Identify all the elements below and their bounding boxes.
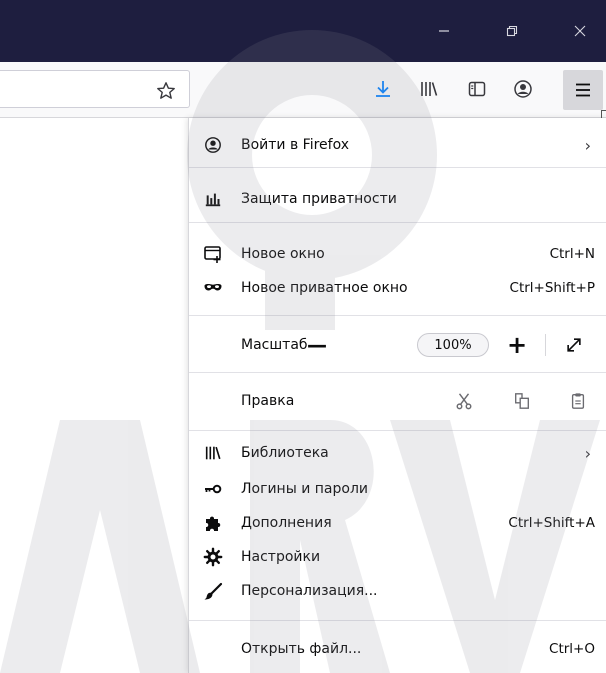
zoom-label: Масштаб: [241, 337, 308, 353]
menu-separator: [189, 620, 606, 621]
zoom-row: Масштаб — 100% +: [189, 330, 606, 360]
fullscreen-icon: [567, 338, 581, 352]
menu-item-label: Новое окно: [241, 246, 325, 262]
brush-icon: [203, 581, 223, 601]
library-icon: [203, 443, 223, 463]
menu-item-label: Настройки: [241, 549, 321, 565]
menu-item-library[interactable]: Библиотека ›: [189, 438, 606, 468]
menu-item-label: Войти в Firefox: [241, 137, 350, 153]
gear-icon: [203, 547, 223, 567]
account-icon: [203, 135, 223, 155]
chevron-right-icon: ›: [584, 135, 591, 155]
downloads-button[interactable]: [368, 74, 398, 104]
menu-separator: [189, 372, 606, 373]
minimize-icon: [439, 30, 449, 32]
sidebar-button[interactable]: [462, 74, 492, 104]
paste-icon: [571, 393, 585, 409]
chevron-right-icon: ›: [584, 443, 591, 463]
url-bar[interactable]: [0, 70, 190, 108]
puzzle-icon: [203, 513, 223, 533]
hamburger-menu-icon: [576, 83, 590, 97]
library-button[interactable]: [414, 74, 444, 104]
menu-item-privacy-protections[interactable]: Защита приватности: [189, 184, 606, 214]
title-bar: [0, 0, 606, 62]
copy-icon: [515, 393, 529, 409]
cut-button[interactable]: [449, 386, 479, 416]
menu-item-logins-passwords[interactable]: Логины и пароли: [189, 474, 606, 504]
zoom-in-button[interactable]: +: [503, 330, 531, 360]
app-menu-panel: Войти в Firefox › Защита приватности Нов…: [188, 118, 606, 673]
menu-item-label: Библиотека: [241, 445, 329, 461]
menu-item-label: Защита приватности: [241, 191, 397, 207]
download-icon: [376, 81, 390, 97]
keyboard-shortcut: Ctrl+Shift+A: [508, 515, 595, 531]
menu-item-label: Логины и пароли: [241, 481, 368, 497]
bookmark-star-button[interactable]: [154, 79, 178, 103]
paste-button[interactable]: [563, 386, 593, 416]
menu-item-settings[interactable]: Настройки: [189, 542, 606, 572]
edit-row: Правка: [189, 386, 606, 416]
key-icon: [203, 479, 223, 499]
menu-item-label: Открыть файл...: [241, 641, 362, 657]
menu-separator: [189, 167, 606, 168]
menu-item-new-window[interactable]: Новое окно Ctrl+N: [189, 239, 606, 269]
minus-icon: —: [307, 333, 327, 357]
menu-separator: [189, 315, 606, 316]
keyboard-shortcut: Ctrl+O: [549, 641, 595, 657]
menu-item-sign-in[interactable]: Войти в Firefox ›: [189, 130, 606, 160]
copy-button[interactable]: [507, 386, 537, 416]
menu-separator: [189, 222, 606, 223]
library-icon: [421, 82, 438, 96]
menu-item-label: Новое приватное окно: [241, 280, 408, 296]
privacy-dashboard-icon: [203, 189, 223, 209]
menu-item-label: Дополнения: [241, 515, 332, 531]
menu-item-customize[interactable]: Персонализация...: [189, 576, 606, 606]
zoom-reset-button[interactable]: 100%: [417, 333, 489, 357]
sidebar-icon: [468, 81, 486, 97]
close-icon: [574, 25, 586, 37]
private-mask-icon: [203, 278, 223, 298]
menu-item-open-file[interactable]: Открыть файл... Ctrl+O: [189, 634, 606, 664]
minimize-button[interactable]: [424, 16, 464, 46]
new-window-icon: [203, 244, 223, 264]
star-icon: [157, 82, 175, 99]
menu-item-addons[interactable]: Дополнения Ctrl+Shift+A: [189, 508, 606, 538]
keyboard-shortcut: Ctrl+N: [549, 246, 595, 262]
cut-icon: [456, 393, 472, 410]
close-window-button[interactable]: [560, 16, 600, 46]
open-menu-button[interactable]: [563, 70, 603, 110]
edit-label: Правка: [241, 393, 295, 409]
keyboard-shortcut: Ctrl+Shift+P: [509, 280, 595, 296]
account-icon: [514, 80, 532, 98]
restore-button[interactable]: [492, 16, 532, 46]
navigation-toolbar: [0, 62, 606, 118]
fullscreen-button[interactable]: [559, 330, 589, 360]
zoom-divider: [545, 334, 546, 356]
menu-item-label: Персонализация...: [241, 583, 378, 599]
account-button[interactable]: [508, 74, 538, 104]
menu-item-new-private-window[interactable]: Новое приватное окно Ctrl+Shift+P: [189, 273, 606, 303]
plus-icon: +: [506, 331, 528, 359]
restore-icon: [506, 25, 518, 37]
menu-separator: [189, 430, 606, 431]
zoom-out-button[interactable]: —: [305, 330, 329, 360]
